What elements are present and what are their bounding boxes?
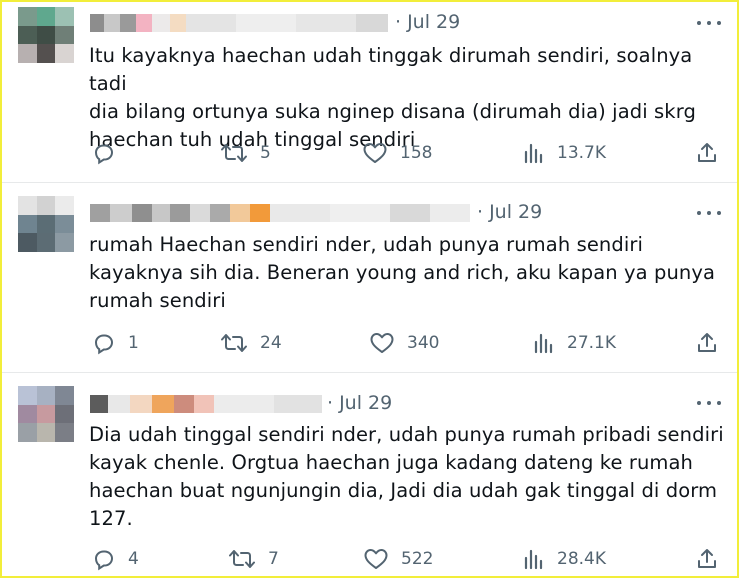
share-button[interactable] — [695, 330, 719, 356]
views-count: 27.1K — [567, 333, 616, 353]
tweet-text: Dia udah tinggal sendiri nder, udah puny… — [89, 423, 724, 530]
retweet-icon — [221, 334, 247, 352]
reply-button[interactable]: 1 — [92, 330, 139, 356]
avatar[interactable] — [18, 7, 74, 63]
like-count: 158 — [400, 143, 433, 163]
reply-button[interactable]: 4 — [92, 546, 139, 572]
tweet-timestamp[interactable]: · Jul 29 — [327, 392, 392, 414]
views-icon — [534, 333, 553, 354]
like-icon — [370, 333, 394, 353]
retweet-button[interactable]: 7 — [228, 546, 279, 572]
tweet-actions: 5 158 13.7K — [89, 140, 729, 166]
reply-icon — [94, 334, 114, 355]
share-icon — [698, 549, 716, 568]
avatar[interactable] — [18, 196, 74, 252]
like-icon — [364, 549, 388, 569]
more-options-button[interactable] — [697, 393, 721, 413]
more-icon — [697, 211, 701, 215]
reply-button[interactable] — [92, 140, 128, 166]
retweet-icon — [229, 550, 255, 568]
more-options-button[interactable] — [697, 203, 721, 223]
retweet-count: 5 — [260, 143, 271, 163]
views-button[interactable]: 28.4K — [523, 546, 606, 572]
share-button[interactable] — [695, 546, 719, 572]
author-name-blurred[interactable] — [90, 14, 388, 32]
views-count: 28.4K — [557, 549, 606, 569]
reply-count: 1 — [128, 333, 139, 353]
divider — [2, 182, 737, 183]
more-icon — [697, 401, 701, 405]
share-button[interactable] — [695, 140, 719, 166]
views-button[interactable]: 27.1K — [533, 330, 616, 356]
retweet-button[interactable]: 5 — [220, 140, 271, 166]
like-icon — [363, 143, 387, 163]
reply-icon — [94, 144, 114, 165]
views-icon — [524, 143, 543, 164]
views-count: 13.7K — [557, 143, 606, 163]
like-button[interactable]: 158 — [362, 140, 432, 166]
share-icon — [698, 143, 716, 162]
retweet-icon — [221, 144, 247, 162]
reply-icon — [94, 550, 114, 571]
divider — [2, 372, 737, 373]
like-count: 340 — [407, 333, 440, 353]
avatar[interactable] — [18, 386, 74, 442]
more-options-button[interactable] — [697, 13, 721, 33]
like-button[interactable]: 340 — [369, 330, 439, 356]
author-name-blurred[interactable] — [90, 395, 322, 413]
like-button[interactable]: 522 — [363, 546, 433, 572]
tweet-actions: 4 7 522 28.4K — [89, 546, 729, 572]
retweet-count: 7 — [268, 549, 279, 569]
tweet-timestamp[interactable]: · Jul 29 — [477, 201, 542, 223]
retweet-button[interactable]: 24 — [220, 330, 282, 356]
more-icon — [697, 21, 701, 25]
retweet-count: 24 — [260, 333, 282, 353]
author-name-blurred[interactable] — [90, 204, 470, 222]
views-icon — [524, 549, 543, 570]
tweet-text: Itu kayaknya haechan udah tinggak diruma… — [89, 44, 696, 151]
tweet-timestamp[interactable]: · Jul 29 — [395, 11, 460, 33]
views-button[interactable]: 13.7K — [523, 140, 606, 166]
reply-count: 4 — [128, 549, 139, 569]
like-count: 522 — [401, 549, 434, 569]
tweet-actions: 1 24 340 27.1K — [89, 330, 729, 356]
tweet-text: rumah Haechan sendiri nder, udah punya r… — [89, 233, 716, 312]
share-icon — [698, 333, 716, 352]
